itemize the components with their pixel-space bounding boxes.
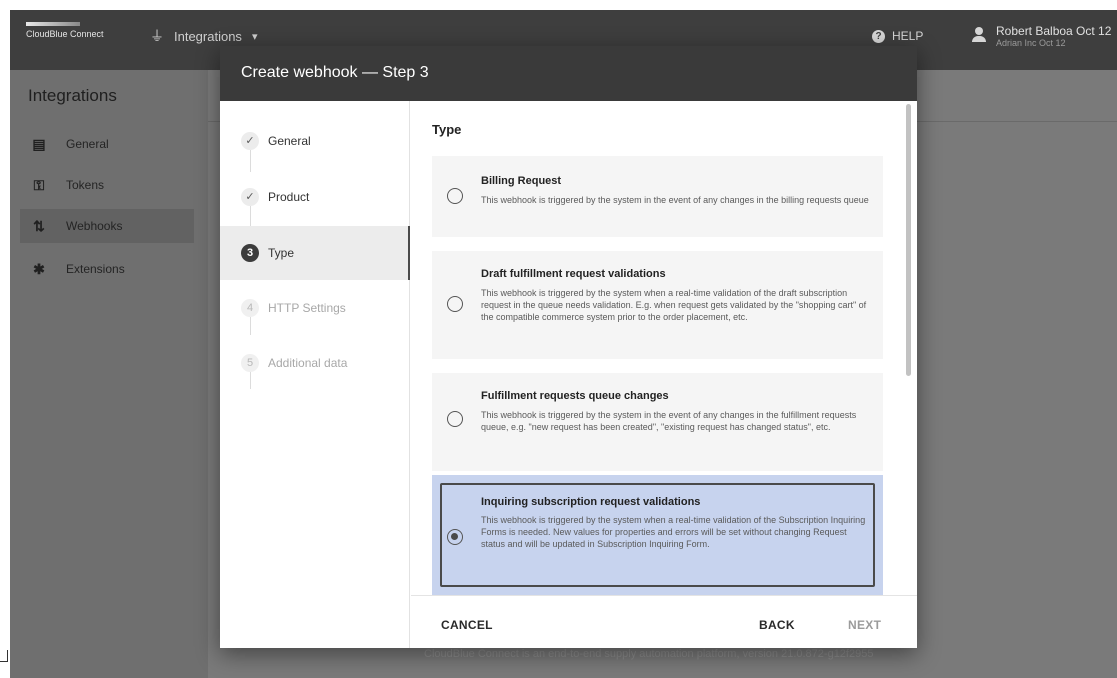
sidebar-item-tokens[interactable]: ⚿ Tokens: [20, 168, 194, 202]
version-footer: CloudBlue Connect is an end-to-end suppl…: [424, 648, 874, 660]
option-draft-fulfillment-validations[interactable]: Draft fulfillment request validations Th…: [432, 251, 883, 359]
option-fulfillment-queue-changes[interactable]: Fulfillment requests queue changes This …: [432, 373, 883, 471]
step-number: 3: [241, 244, 259, 262]
step-label: HTTP Settings: [268, 301, 346, 315]
radio-button[interactable]: [447, 188, 463, 204]
user-name: Robert Balboa Oct 12: [996, 24, 1112, 38]
puzzle-icon: ✱: [33, 260, 45, 277]
step-additional-data: 5 Additional data: [220, 336, 410, 390]
option-description: This webhook is triggered by the system …: [481, 410, 857, 432]
help-label: HELP: [892, 29, 924, 43]
module-name: Integrations: [174, 28, 242, 44]
back-button[interactable]: BACK: [759, 618, 795, 632]
step-product[interactable]: ✓ Product: [220, 170, 410, 224]
check-icon: ✓: [241, 132, 259, 150]
create-webhook-dialog: Create webhook — Step 3 ✓ General ✓ Prod…: [220, 46, 917, 648]
step-label: Product: [268, 190, 310, 204]
radio-button-selected[interactable]: [447, 529, 463, 545]
wizard-stepper: ✓ General ✓ Product 3 Type 4 HTTP Settin…: [220, 101, 410, 648]
corner-mark: [0, 650, 8, 662]
step-type[interactable]: 3 Type: [220, 226, 410, 280]
cancel-button[interactable]: CANCEL: [441, 618, 493, 632]
option-title: Billing Request: [481, 175, 562, 187]
clipboard-icon: ▤: [32, 135, 46, 152]
step-http-settings: 4 HTTP Settings: [220, 281, 410, 335]
help-button[interactable]: ? HELP: [872, 29, 923, 43]
option-inquiring-subscription-validations[interactable]: Inquiring subscription request validatio…: [432, 475, 883, 595]
option-title: Draft fulfillment request validations: [481, 268, 666, 280]
radio-button[interactable]: [447, 296, 463, 312]
sidebar-item-general[interactable]: ▤ General: [20, 127, 194, 161]
option-title: Inquiring subscription request validatio…: [481, 496, 701, 508]
option-billing-request[interactable]: Billing Request This webhook is triggere…: [432, 156, 883, 237]
brand-name: CloudBlue Connect: [26, 29, 104, 39]
sidebar-item-extensions[interactable]: ✱ Extensions: [20, 252, 194, 286]
user-account: Adrian Inc Oct 12: [996, 38, 1066, 48]
sidebar-item-webhooks[interactable]: ⇅ Webhooks: [20, 209, 194, 243]
step-number: 5: [241, 354, 259, 372]
brand-logo[interactable]: CloudBlue Connect: [26, 22, 106, 39]
next-button[interactable]: NEXT: [848, 618, 881, 632]
option-description: This webhook is triggered by the system …: [481, 195, 869, 205]
sidebar-item-label: Extensions: [66, 262, 125, 276]
option-title: Fulfillment requests queue changes: [481, 390, 669, 402]
chevron-down-icon: ▾: [251, 30, 258, 43]
logo-mark: [26, 22, 80, 26]
sidebar-item-label: Tokens: [66, 178, 105, 192]
dialog-title: Create webhook — Step 3: [220, 46, 917, 101]
sidebar-title: Integrations: [28, 86, 117, 105]
sync-icon: ⇅: [33, 217, 45, 234]
scrollbar-thumb[interactable]: [906, 104, 911, 376]
module-switcher[interactable]: ⏚ Integrations ▾: [150, 26, 257, 46]
check-icon: ✓: [241, 188, 259, 206]
user-menu[interactable]: Robert Balboa Oct 12 Adrian Inc Oct 12: [972, 24, 1111, 49]
section-title: Type: [432, 122, 462, 137]
step-general[interactable]: ✓ General: [220, 114, 410, 168]
radio-button[interactable]: [447, 411, 463, 427]
option-description: This webhook is triggered by the system …: [481, 288, 867, 322]
step-label: Additional data: [268, 356, 348, 370]
key-icon: ⚿: [33, 176, 45, 193]
help-icon: ?: [872, 29, 885, 43]
type-selection-panel[interactable]: Type Billing Request This webhook is tri…: [411, 101, 917, 595]
step-number: 4: [241, 299, 259, 317]
person-icon: [972, 27, 986, 43]
sidebar-item-label: General: [66, 137, 109, 151]
step-label: Type: [268, 246, 295, 260]
sidebar: Integrations ▤ General ⚿ Tokens ⇅ Webhoo…: [10, 70, 208, 678]
step-label: General: [268, 134, 311, 148]
dialog-footer: CANCEL BACK NEXT: [411, 595, 917, 648]
sidebar-item-label: Webhooks: [66, 219, 123, 233]
option-description: This webhook is triggered by the system …: [481, 515, 866, 549]
plug-icon: ⏚: [150, 28, 164, 44]
